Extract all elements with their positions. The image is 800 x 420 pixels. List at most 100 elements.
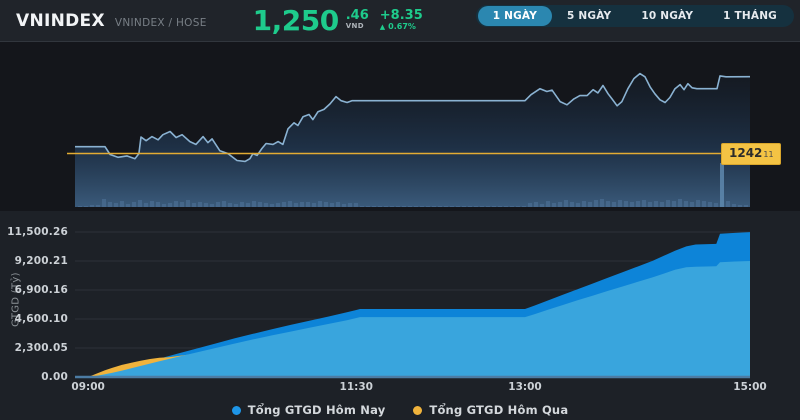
volume-bar [162,204,166,207]
x-tick-label: 13:00 [508,381,542,393]
range-button-1-day[interactable]: 1 NGÀY [477,6,553,26]
symbol-exchange: VNINDEX / HOSE [114,16,207,29]
currency-label: VND [345,21,365,30]
volume-bar [558,202,562,207]
volume-bar [192,203,196,207]
volume-bar [600,199,604,207]
volume-bar [168,203,172,207]
legend-dot-today-icon [231,405,241,415]
volume-bar [318,201,322,207]
volume-bar [180,202,184,207]
volume-bar [696,200,700,207]
volume-bar [528,203,532,207]
range-button-10-day[interactable]: 10 NGÀY [626,6,708,26]
volume-bar [738,205,742,207]
volume-bar [450,206,454,207]
volume-bar [666,200,670,207]
volume-bar [420,206,424,207]
volume-bar [102,199,106,207]
volume-bar [480,206,484,207]
volume-bar [252,201,256,207]
volume-bar [498,206,502,207]
volume-bar [672,201,676,207]
volume-bar [582,201,586,207]
volume-bar [708,202,712,207]
volume-bar [486,206,490,207]
range-button-1-month[interactable]: 1 THÁNG [708,6,792,26]
volume-bar [540,204,544,207]
volume-bar [408,206,412,207]
legend-item-today: Tổng GTGD Hôm Nay [231,403,386,417]
volume-bar [390,206,394,207]
volume-bar [744,205,748,207]
trading-app-screen: VNINDEX VNINDEX / HOSE 1,250 .46 VND +8.… [0,0,800,420]
x-tick-label: 09:00 [71,381,105,393]
volume-bar [438,206,442,207]
last-price-fraction: .46 [345,7,369,23]
volume-bar [648,202,652,207]
volume-bar [552,203,556,207]
y-tick-label: 4,600.10 [14,313,68,325]
up-arrow-icon: ▲ [379,22,386,31]
volume-bar [174,201,178,207]
volume-bar [414,206,418,207]
volume-bar [324,202,328,207]
volume-bar [120,201,124,207]
x-tick-label: 15:00 [733,381,767,393]
y-tick-label: 6,900.16 [14,283,68,296]
volume-bar [570,202,574,207]
charts-canvas[interactable] [0,0,800,420]
y-tick-label: 2,300.05 [14,342,68,354]
volume-bar [222,201,226,207]
volume-bar [462,206,466,207]
volume-bar [588,202,592,207]
price-quote-group: 1,250 .46 VND +8.35 ▲ 0.67% [253,5,423,36]
volume-bar [186,200,190,207]
reference-price-tag: 1242 11 [721,143,781,165]
volume-bar [630,202,634,207]
price-change-percent: 0.67% [388,21,416,31]
volume-bar [702,201,706,207]
legend-dot-yesterday-icon [413,405,423,415]
volume-bar [108,202,112,207]
volume-bar [294,203,298,207]
volume-bar [726,201,730,207]
volume-bar [624,201,628,207]
volume-bar [690,202,694,207]
volume-bar [132,202,136,207]
volume-bar [474,206,478,207]
reference-price-main: 1242 [729,146,763,160]
y-tick-label: 9,200.21 [14,254,68,267]
volume-bar [456,206,460,207]
volume-bar [714,203,718,207]
price-area-fill [75,73,750,207]
volume-bar [504,206,508,207]
volume-bar [516,206,520,207]
volume-bar [606,201,610,207]
volume-bar [720,163,724,207]
volume-bar [150,201,154,207]
symbol-title-group: VNINDEX VNINDEX / HOSE [0,11,207,31]
volume-bar [612,202,616,207]
volume-bar [216,202,220,207]
volume-bar [234,204,238,207]
volume-bar [444,206,448,207]
x-tick-label: 11:30 [339,381,373,393]
volume-bar [426,206,430,207]
volume-bar [114,203,118,207]
legend-label-today: Tổng GTGD Hôm Nay [247,403,386,417]
value-areas-group [75,232,750,377]
volume-bar [276,203,280,207]
volume-bar [684,201,688,207]
volume-bar [342,204,346,207]
volume-bar [288,201,292,207]
volume-bar [654,201,658,207]
volume-bar [642,200,646,207]
volume-bar [492,206,496,207]
volume-bar [90,205,94,207]
volume-bar [228,203,232,207]
volume-bar [378,206,382,207]
range-button-5-day[interactable]: 5 NGÀY [552,6,626,26]
volume-bar [198,202,202,207]
volume-bar [396,206,400,207]
